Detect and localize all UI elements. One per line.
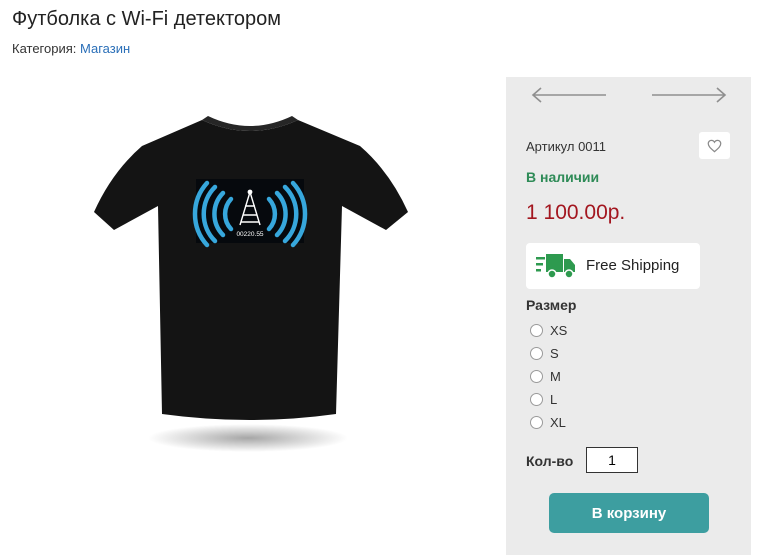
category-link[interactable]: Магазин [80,41,130,56]
size-option-xs[interactable]: XS [530,321,567,339]
size-option-l[interactable]: L [530,390,557,408]
size-radio[interactable] [530,323,543,337]
quantity-label: Кол-во [526,453,574,469]
price: 1 100.00р. [526,201,626,224]
purchase-panel: Артикул 0011 В наличии 1 100.00р. Free S… [506,77,751,555]
page-title: Футболка с Wi-Fi детектором [12,8,282,30]
category-label: Категория: [12,41,77,56]
size-radio[interactable] [530,392,543,406]
size-option-label: XS [550,322,568,338]
size-option-label: M [550,368,561,384]
free-shipping-label: Free Shipping [586,257,680,274]
delivery-truck-icon [536,253,576,284]
sku-label: Артикул 0011 [526,139,607,154]
add-to-cart-button[interactable]: В корзину [549,493,709,533]
size-option-xl[interactable]: XL [530,413,566,431]
stock-status: В наличии [526,169,600,185]
arrow-left-icon[interactable] [530,85,608,105]
size-label: Размер [526,297,577,313]
wishlist-button[interactable] [699,132,730,159]
size-option-label: XL [550,414,566,430]
free-shipping-badge: Free Shipping [526,243,700,289]
product-image[interactable]: 00220.55 [90,112,410,457]
shirt-print-text: 00220.55 [236,231,263,238]
quantity-input[interactable] [586,447,638,473]
heart-icon [707,139,722,152]
size-radio[interactable] [530,415,543,429]
size-radio[interactable] [530,346,543,360]
size-option-label: S [550,345,559,361]
category-line: Категория: Магазин [12,41,130,56]
size-option-s[interactable]: S [530,344,559,362]
arrow-right-icon[interactable] [650,85,728,105]
size-option-m[interactable]: M [530,367,561,385]
size-radio[interactable] [530,369,543,383]
size-option-label: L [550,391,558,407]
